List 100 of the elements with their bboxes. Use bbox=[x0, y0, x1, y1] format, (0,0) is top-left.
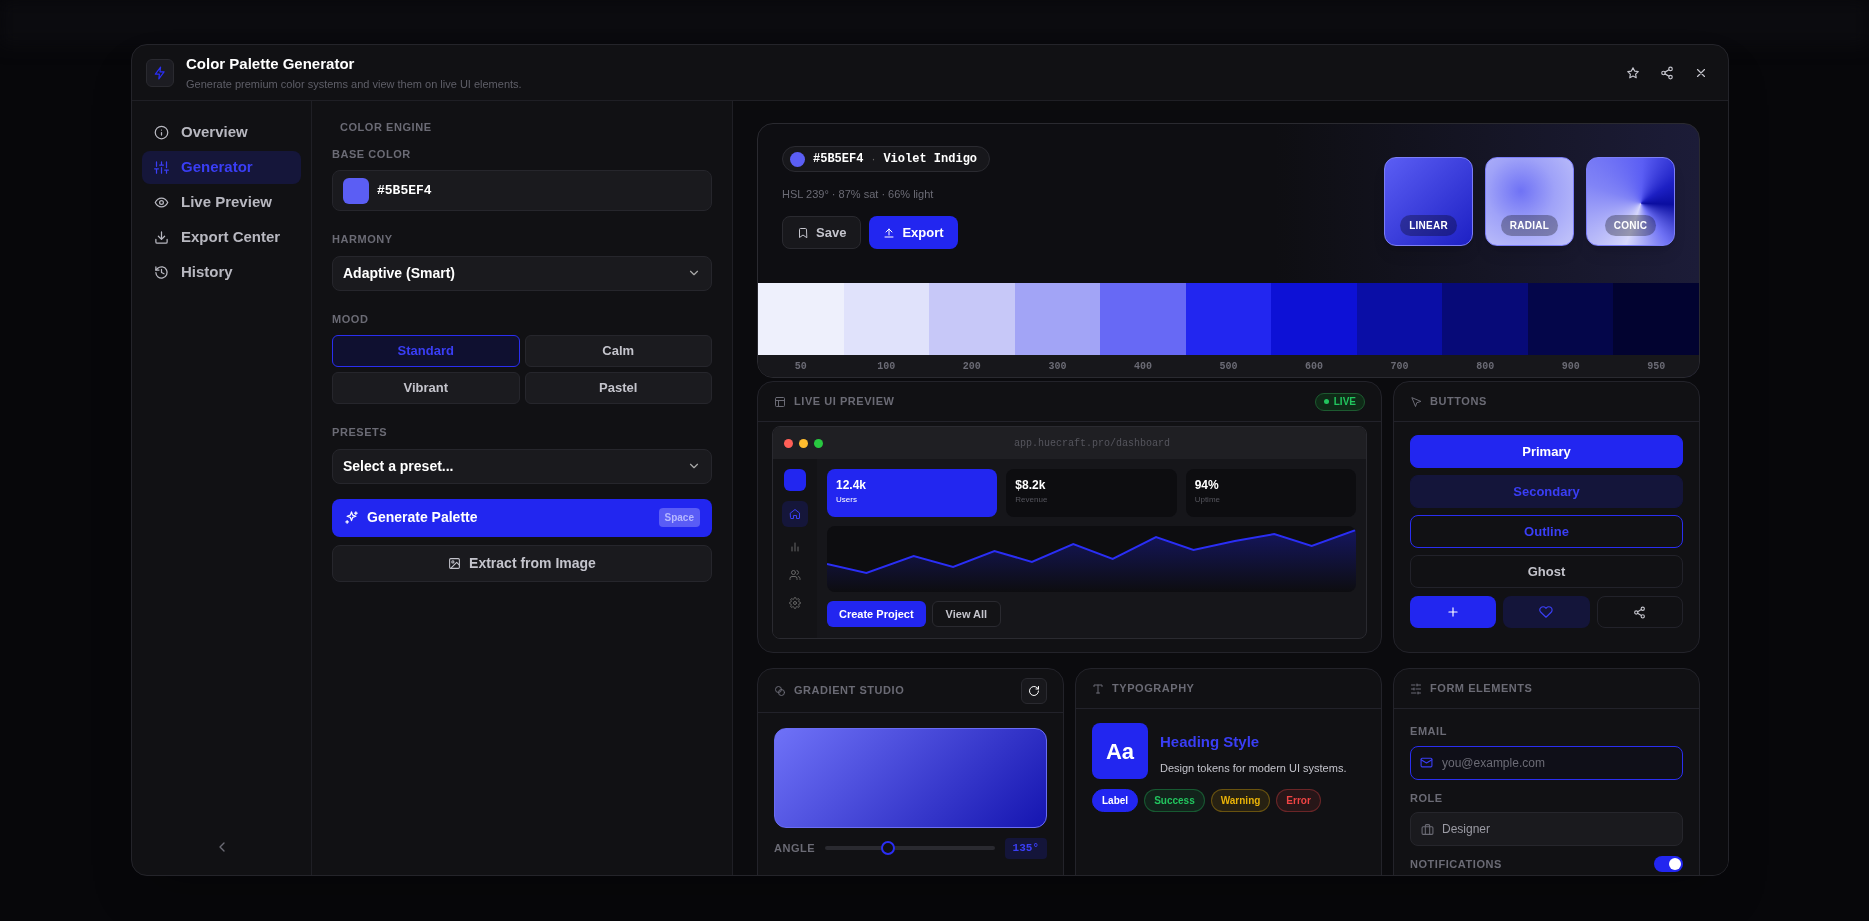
eye-icon bbox=[154, 195, 169, 210]
shade-label: 700 bbox=[1389, 359, 1410, 374]
refresh-button[interactable] bbox=[1021, 677, 1047, 704]
field-label: ROLE bbox=[1410, 790, 1444, 806]
shade-label: 100 bbox=[876, 359, 897, 374]
shade-swatch[interactable] bbox=[843, 283, 930, 355]
section-title: COLOR ENGINE bbox=[339, 120, 433, 135]
download-icon bbox=[154, 230, 169, 245]
mail-icon bbox=[1420, 755, 1433, 769]
separator-dot: · bbox=[871, 151, 876, 168]
plus-icon bbox=[1446, 605, 1461, 619]
angle-slider[interactable] bbox=[825, 841, 995, 856]
refresh-icon bbox=[1028, 684, 1040, 697]
tag: Error bbox=[1276, 789, 1321, 812]
live-badge: LIVE bbox=[1314, 392, 1365, 411]
body-sample: Design tokens for modern UI systems. bbox=[1160, 760, 1347, 776]
font-sample-tile: Aa bbox=[1092, 723, 1148, 779]
shade-label: 600 bbox=[1304, 359, 1325, 374]
ghost-style-button[interactable]: Ghost bbox=[1410, 555, 1683, 588]
presets-select[interactable]: Select a preset... bbox=[332, 448, 712, 484]
window-subtitle: Generate premium color systems and view them on live UI elements. bbox=[186, 76, 522, 92]
shade-swatch[interactable] bbox=[758, 283, 844, 355]
shade-swatch[interactable] bbox=[1442, 283, 1528, 355]
bookmark-icon bbox=[797, 226, 809, 239]
field-label: NOTIFICATIONS bbox=[1410, 857, 1502, 872]
export-button[interactable]: Export bbox=[869, 216, 958, 249]
sidebar-item[interactable]: Overview bbox=[142, 116, 301, 149]
bar-chart-icon bbox=[789, 541, 801, 553]
shade-swatch[interactable] bbox=[1527, 283, 1614, 355]
heading-sample: Heading Style bbox=[1160, 732, 1261, 752]
gradient-tile[interactable]: LINEAR bbox=[1384, 157, 1473, 246]
card-title: TYPOGRAPHY bbox=[1112, 681, 1195, 697]
stat-card: 12.4k Users bbox=[827, 469, 998, 517]
field-label: EMAIL bbox=[1410, 724, 1448, 739]
email-field[interactable]: you@example.com bbox=[1410, 745, 1683, 780]
card-title: FORM ELEMENTS bbox=[1430, 681, 1533, 697]
shade-label: 950 bbox=[1646, 359, 1667, 374]
share-button[interactable] bbox=[1596, 596, 1683, 628]
layout-icon bbox=[774, 395, 786, 408]
hex-code: #5B5EF4 bbox=[813, 151, 864, 168]
base-color-field[interactable]: #5B5EF4 bbox=[332, 170, 712, 211]
heart-icon bbox=[1539, 605, 1554, 619]
upload-icon bbox=[883, 226, 896, 239]
share-icon bbox=[1633, 605, 1647, 619]
harmony-select[interactable]: Adaptive (Smart) bbox=[332, 255, 712, 291]
primary-style-button[interactable]: Primary bbox=[1410, 435, 1683, 468]
color-name: Violet Indigo bbox=[883, 151, 978, 168]
info-icon bbox=[154, 125, 169, 140]
shade-label: 800 bbox=[1475, 359, 1496, 374]
shade-label: 200 bbox=[961, 359, 982, 374]
briefcase-icon bbox=[1421, 822, 1434, 836]
sidebar-item[interactable]: History bbox=[142, 256, 301, 289]
role-field[interactable]: Designer bbox=[1410, 812, 1683, 846]
shade-label: 900 bbox=[1560, 359, 1581, 374]
add-button[interactable] bbox=[1410, 596, 1497, 628]
shade-swatch[interactable] bbox=[1014, 283, 1101, 355]
hsl-values: HSL 239° · 87% sat · 66% light bbox=[782, 186, 935, 202]
shade-swatch[interactable] bbox=[1356, 283, 1443, 355]
create-project-button[interactable]: Create Project bbox=[827, 601, 926, 627]
field-label: PRESETS bbox=[332, 425, 389, 440]
users-icon bbox=[789, 569, 801, 581]
shade-label: 400 bbox=[1132, 359, 1153, 374]
mood-option[interactable]: Vibrant bbox=[332, 372, 520, 404]
field-label: MOOD bbox=[332, 311, 370, 327]
shade-swatch[interactable] bbox=[1185, 283, 1272, 355]
shade-swatch[interactable] bbox=[1271, 283, 1357, 355]
angle-value: 135° bbox=[1004, 838, 1047, 859]
tag: Warning bbox=[1210, 789, 1271, 812]
sidebar-item[interactable]: Export Center bbox=[142, 221, 301, 254]
home-icon[interactable] bbox=[782, 501, 808, 527]
sliders-icon bbox=[1410, 682, 1422, 695]
share-icon[interactable] bbox=[1660, 65, 1674, 80]
shade-label: 300 bbox=[1047, 359, 1068, 374]
extract-from-image-button[interactable]: Extract from Image bbox=[332, 544, 712, 582]
shade-swatch[interactable] bbox=[1613, 283, 1699, 355]
shortcut-key: Space bbox=[658, 508, 700, 527]
shade-label: 50 bbox=[793, 359, 808, 374]
shade-swatch[interactable] bbox=[929, 283, 1015, 355]
heart-button[interactable] bbox=[1503, 596, 1590, 628]
overlapping-circles-icon bbox=[774, 684, 786, 697]
view-all-button[interactable]: View All bbox=[931, 601, 1002, 627]
gradient-tile[interactable]: RADIAL bbox=[1485, 157, 1574, 246]
shade-label: 500 bbox=[1218, 359, 1239, 374]
slider-thumb[interactable] bbox=[880, 841, 895, 856]
generate-palette-button[interactable]: Generate Palette Space bbox=[332, 498, 712, 537]
notifications-toggle[interactable] bbox=[1654, 856, 1683, 873]
save-button[interactable]: Save bbox=[782, 216, 862, 249]
stat-card: 94% Uptime bbox=[1185, 469, 1356, 517]
hex-value: #5B5EF4 bbox=[377, 181, 432, 200]
url-text: app.huecraft.pro/dashboard bbox=[1013, 436, 1171, 451]
mood-option[interactable]: Calm bbox=[524, 335, 712, 367]
star-icon[interactable] bbox=[1626, 65, 1640, 80]
sidebar-item[interactable]: Live Preview bbox=[142, 186, 301, 219]
tag: Success bbox=[1144, 789, 1205, 812]
sparkle-icon bbox=[344, 510, 359, 525]
card-title: LIVE UI PREVIEW bbox=[794, 394, 895, 410]
shade-swatch[interactable] bbox=[1100, 283, 1186, 355]
mood-option[interactable]: Pastel bbox=[524, 372, 712, 404]
image-icon bbox=[448, 556, 462, 570]
window-title: Color Palette Generator bbox=[186, 54, 356, 74]
